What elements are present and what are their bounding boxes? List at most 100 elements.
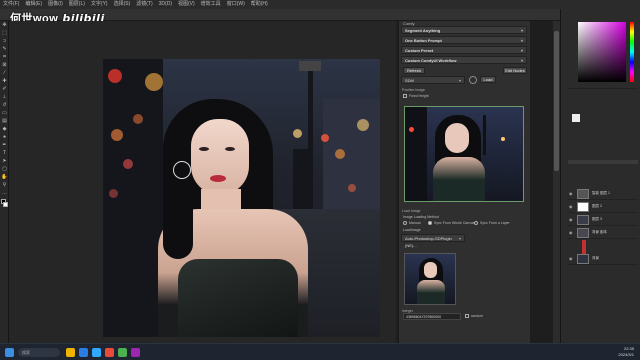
menu-view[interactable]: 视图(V) [175, 0, 198, 9]
dropdown-label: Custom ComfyUI Workflow [405, 58, 457, 63]
dodge-tool-icon[interactable]: ● [0, 133, 9, 141]
eyedropper-tool-icon[interactable]: ⁄ [0, 69, 9, 77]
file-explorer-icon[interactable] [66, 348, 75, 357]
app-icon[interactable] [118, 348, 127, 357]
menu-select[interactable]: 选择(S) [111, 0, 134, 9]
crop-tool-icon[interactable]: ⌗ [0, 53, 9, 61]
fixed-height-label: Fixed Height [409, 94, 429, 98]
dropdown-custom-preset[interactable]: Custom Preset ▾ [401, 46, 527, 54]
dropdown-label: Segment Anything [405, 28, 441, 33]
color-picker-field[interactable] [578, 22, 626, 82]
healing-tool-icon[interactable]: ✚ [0, 77, 9, 85]
layer-row[interactable]: ◉ 背景 [568, 253, 638, 265]
menu-help[interactable]: 帮助(H) [248, 0, 271, 9]
scroll-thumb[interactable] [554, 31, 559, 171]
refresh-button[interactable]: Refresh [403, 67, 425, 74]
edge-browser-icon[interactable] [79, 348, 88, 357]
bokeh-light [145, 73, 163, 91]
photoshop-icon[interactable] [92, 348, 101, 357]
lasso-tool-icon[interactable]: ↄ [0, 37, 9, 45]
pen-tool-icon[interactable]: ✒ [0, 141, 9, 149]
windows-start-icon[interactable] [5, 348, 14, 357]
layers-panel-header [568, 160, 638, 164]
dropdown-segment-anything[interactable]: Segment Anything ▾ [401, 26, 527, 34]
layer-row[interactable]: ◉ 图层 2 [568, 201, 638, 213]
taskbar-clock[interactable]: 22:35 2024/3/1 [618, 346, 634, 358]
menu-file[interactable]: 文件(F) [0, 0, 22, 9]
app-icon[interactable] [105, 348, 114, 357]
mask-thumbnail[interactable] [572, 114, 580, 122]
visibility-eye-icon[interactable]: ◉ [569, 204, 575, 209]
menu-3d[interactable]: 3D(D) [156, 0, 175, 9]
frame-tool-icon[interactable]: ⊠ [0, 61, 9, 69]
stamp-tool-icon[interactable]: ⊥ [0, 93, 9, 101]
visibility-eye-icon[interactable]: ◉ [569, 256, 575, 261]
path-select-icon[interactable]: ➤ [0, 157, 9, 165]
loadimage-label: LoadImage [403, 228, 421, 232]
marquee-tool-icon[interactable]: ⬚ [0, 29, 9, 37]
right-eye [225, 147, 235, 151]
generated-preview-image[interactable] [404, 106, 524, 202]
layer-select[interactable]: Auto-Photoshop-SDPlugin (NE)... ▾ [401, 234, 465, 248]
fixed-height-checkbox[interactable] [403, 94, 407, 98]
bokeh-light [109, 189, 118, 198]
eraser-tool-icon[interactable]: ▭ [0, 109, 9, 117]
building-right [323, 99, 380, 219]
layer-name: 图层 3 [592, 217, 602, 221]
canvas-scrollbar[interactable] [553, 21, 560, 343]
bokeh-light [133, 114, 143, 124]
hue-slider[interactable] [630, 22, 634, 82]
gradient-tool-icon[interactable]: ▤ [0, 117, 9, 125]
dropdown-custom-workflow[interactable]: Custom ComfyUI Workflow ▾ [401, 56, 527, 64]
layer-row[interactable]: ◉ 智能 图层 1 [568, 188, 638, 200]
dropdown-one-button-prompt[interactable]: One Button Prompt ▾ [401, 36, 527, 44]
quick-select-tool-icon[interactable]: ✎ [0, 45, 9, 53]
zoom-tool-icon[interactable]: ⚲ [0, 181, 9, 189]
menu-plugins[interactable]: 增效工具 [198, 0, 224, 9]
chevron-down-icon: ▾ [458, 236, 461, 241]
shape-tool-icon[interactable]: ▢ [0, 165, 9, 173]
brush-tool-icon[interactable]: ✐ [0, 85, 9, 93]
random-checkbox[interactable] [465, 314, 469, 318]
more-tools-icon[interactable]: … [0, 189, 9, 197]
thumb-face [424, 262, 437, 278]
hand-tool-icon[interactable]: ✋ [0, 173, 9, 181]
layer-row[interactable]: ◉ 背景 副本 [568, 227, 638, 239]
load-image-preview[interactable] [404, 253, 456, 305]
visibility-eye-icon[interactable]: ◉ [569, 217, 575, 222]
menu-filter[interactable]: 滤镜(T) [133, 0, 155, 9]
menu-edit[interactable]: 编辑(E) [22, 0, 45, 9]
visibility-eye-icon[interactable]: ◉ [569, 191, 575, 196]
history-brush-icon[interactable]: ↺ [0, 101, 9, 109]
layer-row[interactable]: ◉ 图层 3 [568, 214, 638, 226]
app-icon[interactable] [131, 348, 140, 357]
clock-date: 2024/3/1 [618, 352, 634, 357]
radio-manual[interactable] [403, 221, 407, 225]
edit-nodes-button[interactable]: Edit Nodes [503, 67, 527, 74]
menu-layer[interactable]: 图层(L) [66, 0, 88, 9]
color-swatches[interactable] [0, 197, 8, 211]
type-tool-icon[interactable]: T [0, 149, 9, 157]
windows-taskbar: 搜索 22:35 2024/3/1 [0, 343, 640, 360]
radio-sync-canvas[interactable] [428, 221, 432, 225]
visibility-eye-icon[interactable]: ◉ [569, 230, 575, 235]
taskbar-search[interactable]: 搜索 [18, 348, 60, 357]
background-color-swatch[interactable] [3, 202, 8, 207]
menu-type[interactable]: 文字(Y) [88, 0, 111, 9]
model-select[interactable]: SDM ▾ [401, 76, 465, 84]
thumb-lamp [483, 115, 486, 155]
layer-name: 背景 [592, 256, 599, 260]
blur-tool-icon[interactable]: ◆ [0, 125, 9, 133]
info-icon[interactable] [469, 76, 477, 84]
bokeh-light [111, 129, 123, 141]
bokeh-light [321, 134, 329, 142]
menu-image[interactable]: 图像(I) [45, 0, 66, 9]
lips [210, 175, 226, 182]
menu-window[interactable]: 窗口(W) [224, 0, 248, 9]
seed-input[interactable]: 438956047297800000 [403, 313, 461, 320]
document-image[interactable] [103, 59, 380, 337]
move-tool-icon[interactable]: ✥ [0, 21, 9, 29]
load-button[interactable]: Load [480, 76, 496, 83]
radio-sync-layer[interactable] [474, 221, 478, 225]
radio-manual-label: Manual [409, 221, 421, 225]
